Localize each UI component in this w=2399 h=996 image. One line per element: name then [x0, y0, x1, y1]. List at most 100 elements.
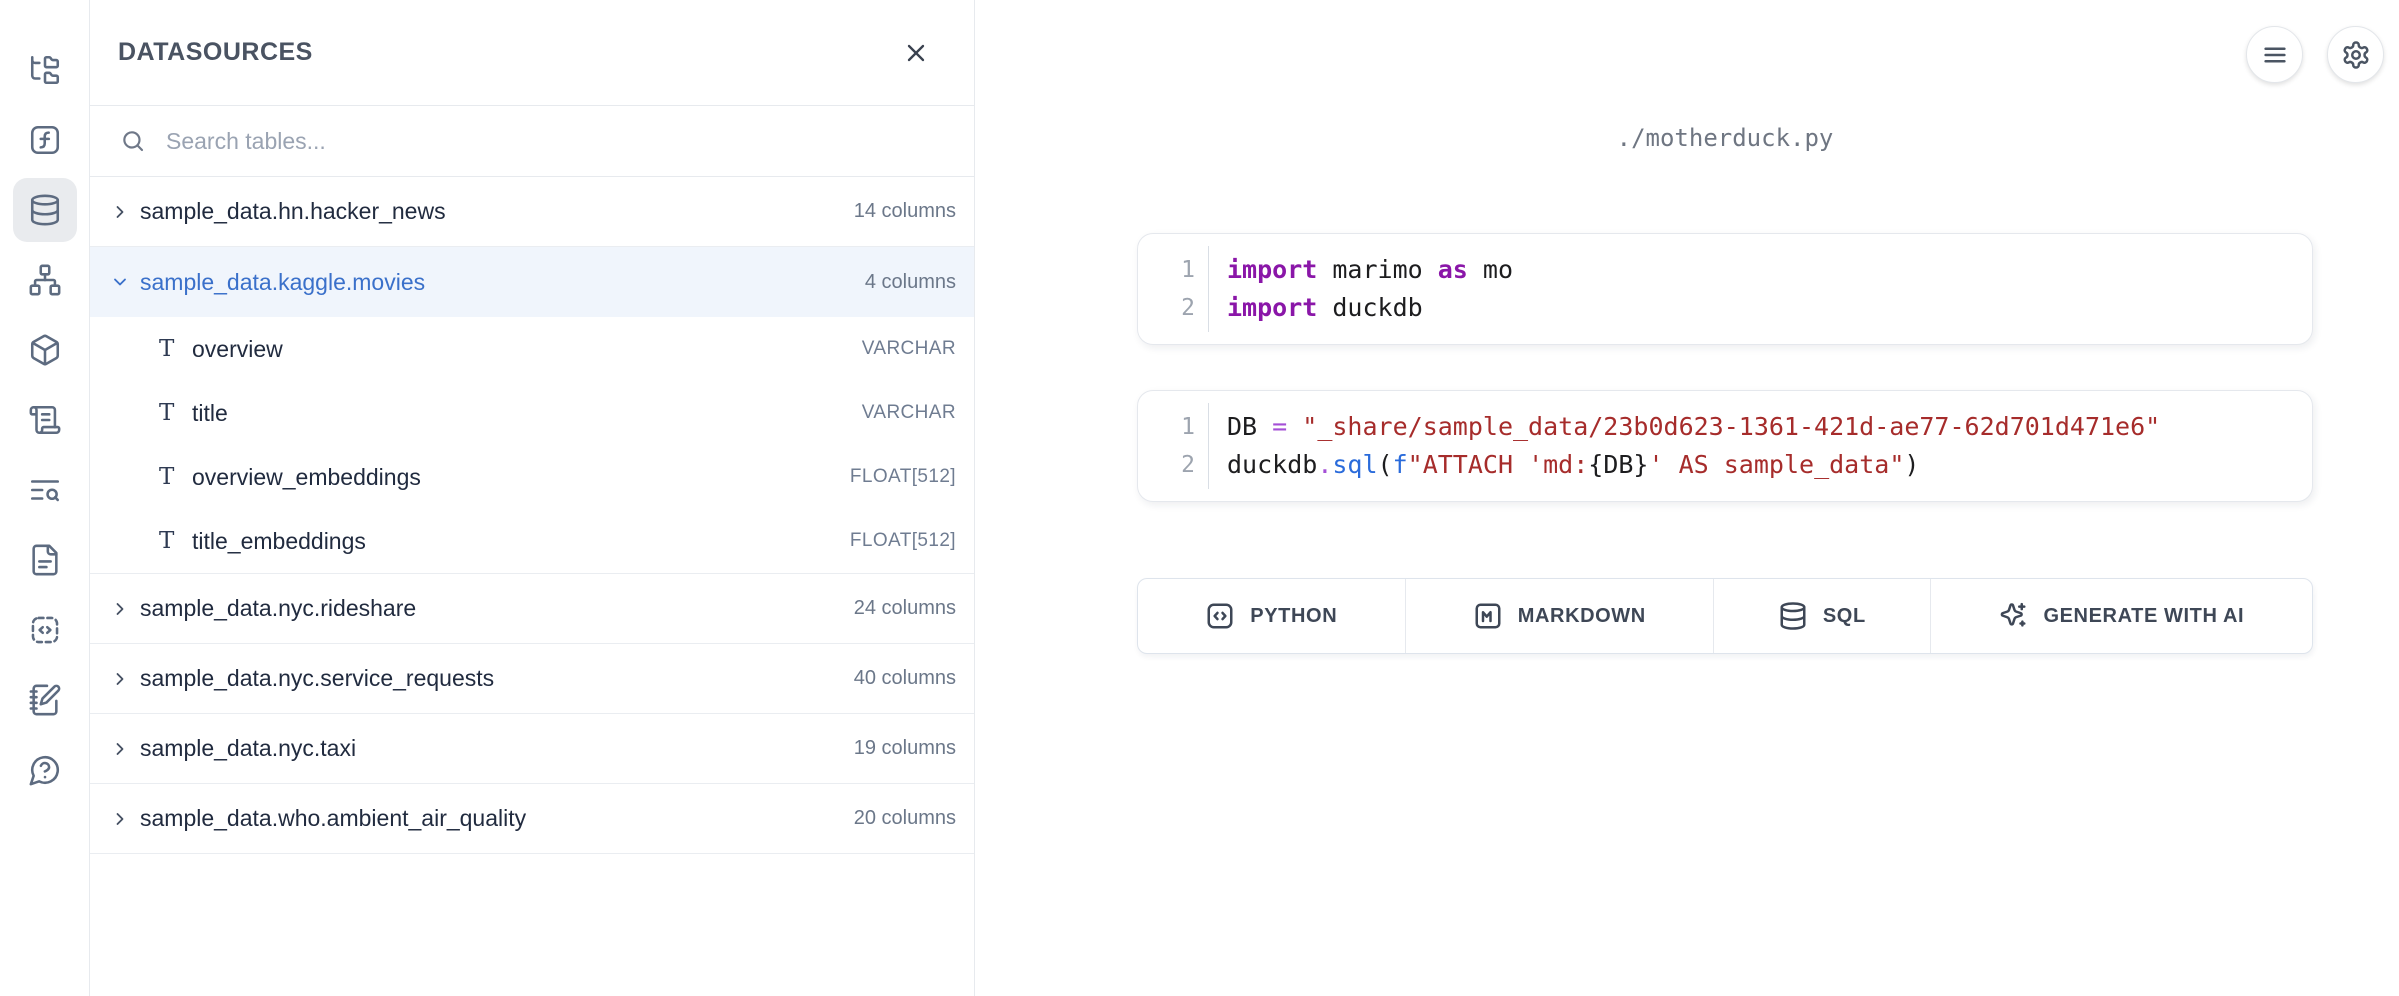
database-icon — [1778, 601, 1808, 631]
code-line: DB = "_share/sample_data/23b0d623-1361-4… — [1227, 408, 2160, 446]
column-name: overview_embeddings — [192, 464, 850, 491]
markdown-square-icon — [1473, 601, 1503, 631]
table-row[interactable]: sample_data.who.ambient_air_quality20 co… — [90, 784, 974, 854]
code-line: import duckdb — [1227, 289, 1513, 327]
snippets-code-icon — [28, 613, 62, 647]
line-number-gutter: 12 — [1138, 391, 1209, 501]
table-name: sample_data.nyc.service_requests — [140, 665, 854, 692]
close-icon — [902, 39, 930, 67]
table-column-count: 20 columns — [854, 807, 956, 830]
help-chat-icon — [28, 753, 62, 787]
table-row[interactable]: sample_data.nyc.service_requests40 colum… — [90, 644, 974, 714]
sidebar-item-snippets-code[interactable] — [0, 595, 90, 665]
settings-gear-icon — [2341, 40, 2371, 70]
column-type: FLOAT[512] — [850, 466, 956, 488]
close-panel-button[interactable] — [902, 39, 930, 67]
sidebar-item-database[interactable] — [0, 175, 90, 245]
add-cell-generate-with-ai-button[interactable]: GENERATE WITH AI — [1930, 579, 2312, 653]
notebook-main: ./motherduck.py 12import marimo as moimp… — [975, 0, 2399, 996]
column-type: VARCHAR — [862, 338, 956, 360]
column-type: VARCHAR — [862, 402, 956, 424]
notebook-filename[interactable]: ./motherduck.py — [1137, 124, 2313, 152]
column-name: overview — [192, 336, 862, 363]
chevron-down-icon — [110, 272, 130, 292]
column-row[interactable]: Toverview_embeddingsFLOAT[512] — [90, 445, 974, 509]
add-cell-row: PYTHON MARKDOWN SQL GENERATE WITH AI — [1137, 578, 2313, 654]
table-column-count: 24 columns — [854, 597, 956, 620]
add-cell-button-label: GENERATE WITH AI — [2043, 605, 2244, 628]
chevron-right-icon — [110, 599, 130, 619]
column-name: title — [192, 400, 862, 427]
column-type: FLOAT[512] — [850, 530, 956, 552]
sidebar-item-package-box[interactable] — [0, 315, 90, 385]
add-cell-button-label: PYTHON — [1250, 605, 1337, 628]
sidebar-item-function-square[interactable] — [0, 105, 90, 175]
column-name: title_embeddings — [192, 528, 850, 555]
table-row[interactable]: sample_data.hn.hacker_news14 columns — [90, 177, 974, 247]
sidebar-item-text-search[interactable] — [0, 455, 90, 525]
search-tables-input[interactable] — [164, 127, 954, 156]
menu-icon — [2260, 40, 2290, 70]
code-editor[interactable]: import marimo as moimport duckdb — [1209, 234, 1533, 344]
sidebar-item-scroll-text[interactable] — [0, 385, 90, 455]
code-cell: 12import marimo as moimport duckdb — [1137, 233, 2313, 345]
code-square-icon — [1205, 601, 1235, 631]
sparkles-icon — [1998, 601, 2028, 631]
column-row[interactable]: Ttitle_embeddingsFLOAT[512] — [90, 509, 974, 573]
table-name: sample_data.hn.hacker_news — [140, 198, 854, 225]
table-column-count: 4 columns — [865, 271, 956, 294]
table-row[interactable]: sample_data.kaggle.movies4 columns — [90, 247, 974, 317]
file-text-icon — [28, 543, 62, 577]
chevron-right-icon — [110, 809, 130, 829]
header-actions — [2246, 26, 2384, 83]
text-type-icon: T — [159, 464, 183, 490]
sidebar-item-notebook-pen[interactable] — [0, 665, 90, 735]
table-list: sample_data.hn.hacker_news14 columnssamp… — [90, 177, 974, 996]
table-name: sample_data.nyc.taxi — [140, 735, 854, 762]
code-editor[interactable]: DB = "_share/sample_data/23b0d623-1361-4… — [1209, 391, 2180, 501]
table-column-count: 40 columns — [854, 667, 956, 690]
line-number-gutter: 12 — [1138, 234, 1209, 344]
table-row[interactable]: sample_data.nyc.rideshare24 columns — [90, 574, 974, 644]
add-cell-sql-button[interactable]: SQL — [1713, 579, 1930, 653]
chevron-right-icon — [110, 739, 130, 759]
app: DATASOURCES sample_data.hn.hacker_news14… — [0, 0, 2399, 996]
sidebar-item-help-chat[interactable] — [0, 735, 90, 805]
search-icon — [120, 128, 146, 154]
add-cell-markdown-button[interactable]: MARKDOWN — [1405, 579, 1713, 653]
table-row[interactable]: sample_data.nyc.taxi19 columns — [90, 714, 974, 784]
table-name: sample_data.kaggle.movies — [140, 269, 865, 296]
function-square-icon — [28, 123, 62, 157]
text-type-icon: T — [159, 336, 183, 362]
code-line: duckdb.sql(f"ATTACH 'md:{DB}' AS sample_… — [1227, 446, 2160, 484]
add-cell-button-label: SQL — [1823, 605, 1866, 628]
search-row — [90, 106, 974, 177]
line-number: 2 — [1138, 289, 1195, 327]
table-name: sample_data.nyc.rideshare — [140, 595, 854, 622]
settings-gear-button[interactable] — [2327, 26, 2384, 83]
network-icon — [28, 263, 62, 297]
panel-title: DATASOURCES — [118, 38, 313, 67]
menu-button[interactable] — [2246, 26, 2303, 83]
text-type-icon: T — [159, 400, 183, 426]
line-number: 1 — [1138, 251, 1195, 289]
add-cell-python-button[interactable]: PYTHON — [1138, 579, 1405, 653]
text-type-icon: T — [159, 528, 183, 554]
table-column-count: 19 columns — [854, 737, 956, 760]
chevron-right-icon — [110, 202, 130, 222]
datasources-panel-header: DATASOURCES — [90, 0, 974, 106]
code-line: import marimo as mo — [1227, 251, 1513, 289]
sidebar-item-file-tree[interactable] — [0, 35, 90, 105]
add-cell-button-label: MARKDOWN — [1518, 605, 1646, 628]
selected-highlight — [13, 178, 77, 242]
text-search-icon — [28, 473, 62, 507]
sidebar-item-network[interactable] — [0, 245, 90, 315]
table-column-count: 14 columns — [854, 200, 956, 223]
datasources-panel: DATASOURCES sample_data.hn.hacker_news14… — [90, 0, 975, 996]
sidebar-item-file-text[interactable] — [0, 525, 90, 595]
column-row[interactable]: ToverviewVARCHAR — [90, 317, 974, 381]
code-cell: 12 DB = "_share/sample_data/23b0d623-1361… — [1137, 390, 2313, 502]
column-row[interactable]: TtitleVARCHAR — [90, 381, 974, 445]
scroll-text-icon — [28, 403, 62, 437]
file-tree-icon — [28, 53, 62, 87]
